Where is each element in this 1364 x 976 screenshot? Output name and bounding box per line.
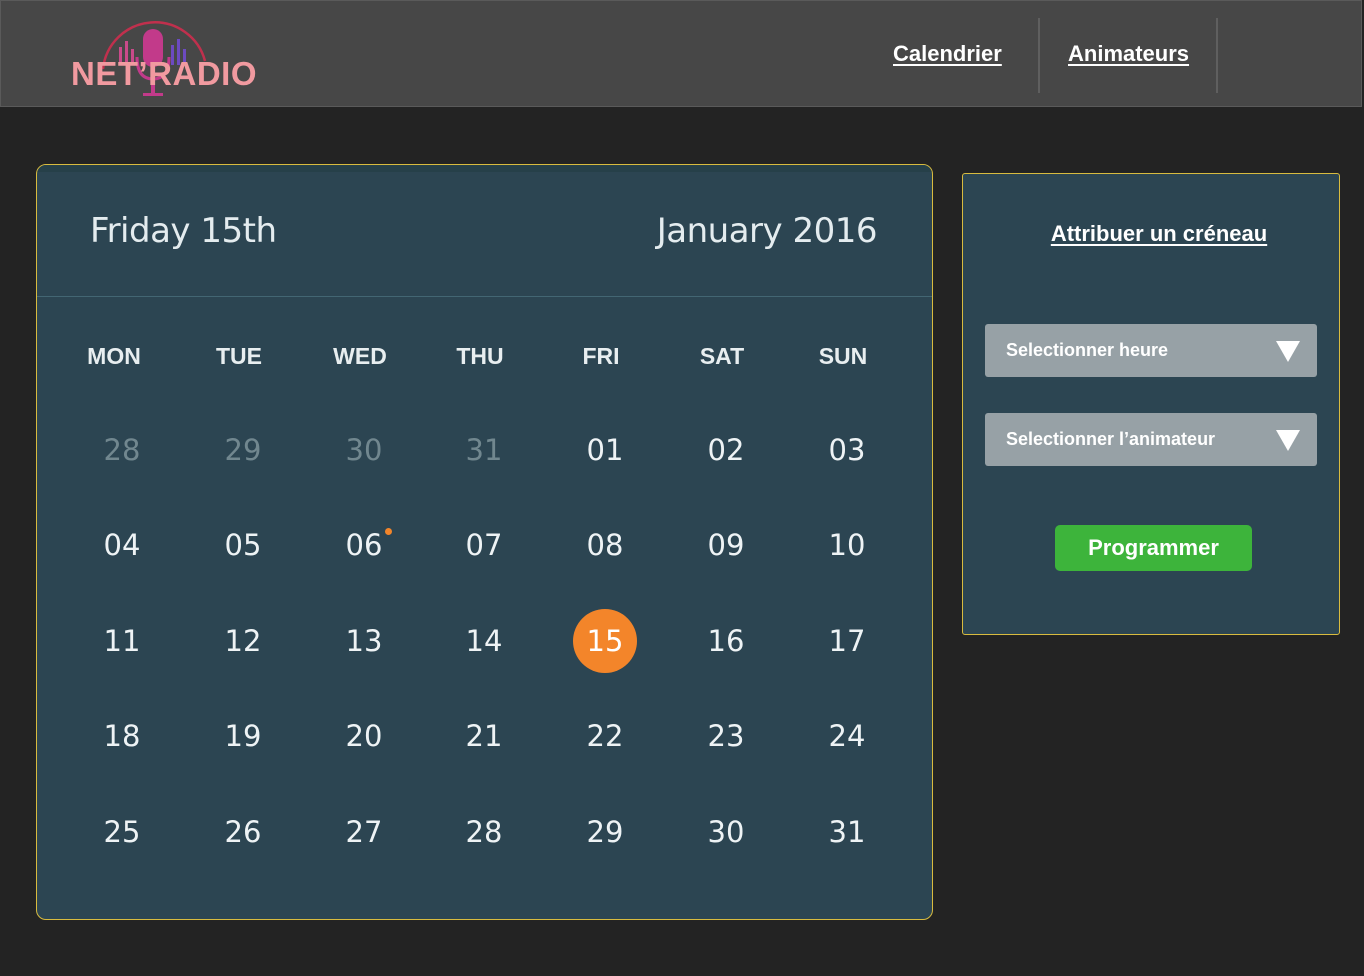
day-number: 07 (465, 528, 503, 562)
calendar-day[interactable]: 30 (332, 418, 396, 482)
calendar-day[interactable]: 16 (694, 609, 758, 673)
calendar-day[interactable]: 22 (573, 704, 637, 768)
day-number: 12 (224, 624, 262, 658)
day-number: 23 (707, 719, 745, 753)
calendar-day[interactable]: 06 (332, 513, 396, 577)
select-host-label: Selectionner l’animateur (1006, 429, 1216, 449)
day-number: 28 (465, 815, 503, 849)
calendar-day[interactable]: 31 (815, 800, 879, 864)
day-number: 02 (707, 433, 745, 467)
day-number: 14 (465, 624, 503, 658)
day-number: 25 (103, 815, 141, 849)
day-number: 06 (345, 528, 383, 562)
schedule-slot-panel: Attribuer un créneau Selectionner heure … (962, 173, 1340, 635)
calendar-day[interactable]: 25 (90, 800, 154, 864)
calendar-day[interactable]: 07 (452, 513, 516, 577)
day-number: 08 (586, 528, 624, 562)
calendar-day[interactable]: 10 (815, 513, 879, 577)
nav-link-calendrier[interactable]: Calendrier (893, 41, 1002, 67)
calendar-day[interactable]: 05 (211, 513, 275, 577)
calendar-day[interactable]: 02 (694, 418, 758, 482)
calendar-day[interactable]: 09 (694, 513, 758, 577)
day-number: 19 (224, 719, 262, 753)
day-number: 31 (465, 433, 503, 467)
calendar-day[interactable]: 29 (211, 418, 275, 482)
calendar-day[interactable]: 19 (211, 704, 275, 768)
day-number: 13 (345, 624, 383, 658)
day-number: 29 (586, 815, 624, 849)
day-number: 11 (103, 624, 141, 658)
calendar-day[interactable]: 18 (90, 704, 154, 768)
day-number: 18 (103, 719, 141, 753)
calendar-day[interactable]: 04 (90, 513, 154, 577)
calendar-day[interactable]: 08 (573, 513, 637, 577)
dropdown-arrow-icon (1276, 341, 1300, 362)
calendar-day[interactable]: 28 (90, 418, 154, 482)
day-number: 24 (828, 719, 866, 753)
calendar-day[interactable]: 20 (332, 704, 396, 768)
calendar-day[interactable]: 27 (332, 800, 396, 864)
calendar-day[interactable]: 30 (694, 800, 758, 864)
select-hour-dropdown[interactable]: Selectionner heure (985, 324, 1317, 377)
day-number: 01 (586, 433, 624, 467)
nav-divider (1216, 18, 1218, 93)
day-number: 03 (828, 433, 866, 467)
calendar-day[interactable]: 12 (211, 609, 275, 673)
day-number: 28 (103, 433, 141, 467)
day-number: 04 (103, 528, 141, 562)
calendar-day-selected[interactable]: 15 (573, 609, 637, 673)
day-number: 30 (345, 433, 383, 467)
logo-wordmark: NET’RADIO (71, 55, 257, 92)
nav-divider (1038, 18, 1040, 93)
day-number: 26 (224, 815, 262, 849)
calendar-day[interactable]: 03 (815, 418, 879, 482)
top-nav-bar: NET’RADIO Calendrier Animateurs (0, 0, 1362, 107)
day-number: 27 (345, 815, 383, 849)
day-number: 10 (828, 528, 866, 562)
calendar-day[interactable]: 24 (815, 704, 879, 768)
calendar-day[interactable]: 29 (573, 800, 637, 864)
calendar-day[interactable]: 14 (452, 609, 516, 673)
days-grid: 28 29 30 31 01 02 03 04 05 06 07 08 09 10 11 12 13 14 15 16… (37, 165, 932, 919)
day-number: 05 (224, 528, 262, 562)
calendar-day[interactable]: 21 (452, 704, 516, 768)
dropdown-arrow-icon (1276, 430, 1300, 451)
panel-title[interactable]: Attribuer un créneau (963, 221, 1339, 247)
calendar-day[interactable]: 11 (90, 609, 154, 673)
programmer-button[interactable]: Programmer (1055, 525, 1252, 571)
day-number: 22 (586, 719, 624, 753)
day-number: 16 (707, 624, 745, 658)
calendar-widget: Friday 15th January 2016 MON TUE WED THU FRI… (36, 164, 933, 920)
day-number: 31 (828, 815, 866, 849)
calendar-day[interactable]: 28 (452, 800, 516, 864)
day-number: 17 (828, 624, 866, 658)
calendar-day[interactable]: 31 (452, 418, 516, 482)
calendar-day[interactable]: 01 (573, 418, 637, 482)
day-number: 21 (465, 719, 503, 753)
calendar-day[interactable]: 26 (211, 800, 275, 864)
day-number: 09 (707, 528, 745, 562)
day-number: 29 (224, 433, 262, 467)
nav-link-animateurs[interactable]: Animateurs (1068, 41, 1189, 67)
calendar-day[interactable]: 13 (332, 609, 396, 673)
select-hour-label: Selectionner heure (1006, 340, 1169, 360)
calendar-day[interactable]: 17 (815, 609, 879, 673)
event-dot-icon (385, 528, 392, 535)
calendar-day[interactable]: 23 (694, 704, 758, 768)
net-radio-logo[interactable]: NET’RADIO (71, 9, 257, 101)
day-number: 20 (345, 719, 383, 753)
day-number: 15 (586, 624, 624, 658)
day-number: 30 (707, 815, 745, 849)
select-host-dropdown[interactable]: Selectionner l’animateur (985, 413, 1317, 466)
